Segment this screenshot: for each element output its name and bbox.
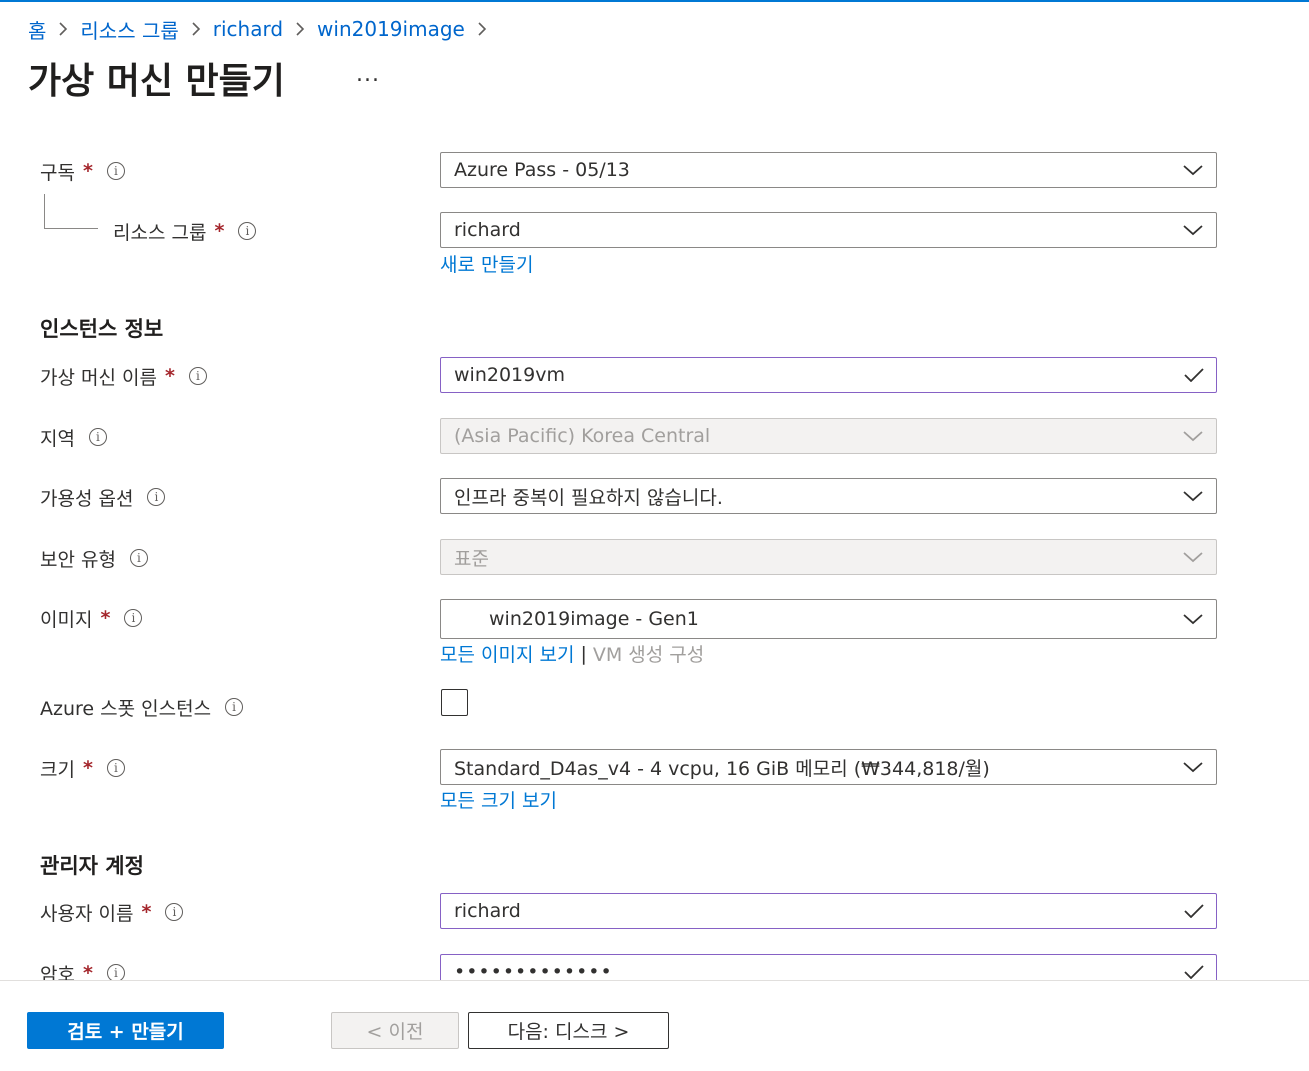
info-icon[interactable]: i (165, 903, 184, 921)
info-icon[interactable]: i (88, 428, 107, 446)
vm-name-input[interactable]: win2019vm (440, 357, 1217, 393)
subscription-label: 구독 * i (40, 156, 125, 186)
footer-divider (0, 980, 1309, 981)
required-marker: * (82, 757, 93, 779)
security-type-value: 표준 (454, 547, 489, 570)
subscription-label-text: 구독 (40, 161, 75, 184)
tree-connector-horizontal (44, 228, 98, 229)
image-label: 이미지 * i (40, 603, 143, 633)
chevron-down-icon (1182, 750, 1204, 784)
size-label-text: 크기 (40, 758, 75, 781)
spot-instance-checkbox[interactable] (441, 689, 468, 716)
chevron-right-icon (477, 21, 487, 37)
more-options-button[interactable]: ... (356, 62, 380, 87)
previous-button: < 이전 (331, 1012, 459, 1049)
checkmark-icon (1184, 894, 1204, 928)
vm-name-label: 가상 머신 이름 * i (40, 361, 207, 391)
subscription-value: Azure Pass - 05/13 (454, 159, 630, 181)
breadcrumb-win2019image[interactable]: win2019image (317, 17, 465, 41)
breadcrumb: 홈 리소스 그룹 richard win2019image (28, 14, 499, 44)
top-accent-line (0, 0, 1309, 2)
security-type-label-text: 보안 유형 (40, 548, 116, 571)
image-label-text: 이미지 (40, 608, 93, 631)
security-type-label: 보안 유형 i (40, 543, 148, 573)
security-type-dropdown: 표준 (440, 539, 1217, 575)
image-links: 모든 이미지 보기 | VM 생성 구성 (440, 640, 704, 667)
chevron-down-icon (1182, 153, 1204, 187)
required-marker: * (82, 160, 93, 182)
size-dropdown[interactable]: Standard_D4as_v4 - 4 vcpu, 16 GiB 메모리 (₩… (440, 749, 1217, 785)
next-disks-button[interactable]: 다음: 디스크 > (468, 1012, 669, 1049)
configure-vm-generation-link: VM 생성 구성 (592, 644, 705, 666)
availability-dropdown[interactable]: 인프라 중복이 필요하지 않습니다. (440, 478, 1217, 514)
required-marker: * (214, 220, 225, 242)
page-title: 가상 머신 만들기 (28, 61, 285, 102)
create-new-resource-group-link[interactable]: 새로 만들기 (440, 250, 533, 277)
vm-name-label-text: 가상 머신 이름 (40, 366, 157, 389)
info-icon[interactable]: i (106, 162, 125, 180)
breadcrumb-home[interactable]: 홈 (28, 15, 46, 44)
availability-label-text: 가용성 옵션 (40, 487, 134, 510)
required-marker: * (100, 607, 111, 629)
resource-group-label: 리소스 그룹 * i (113, 216, 257, 246)
tree-connector-vertical (44, 194, 45, 228)
chevron-down-icon (1182, 213, 1204, 247)
admin-account-heading: 관리자 계정 (40, 854, 144, 878)
size-value: Standard_D4as_v4 - 4 vcpu, 16 GiB 메모리 (₩… (454, 757, 990, 780)
info-icon[interactable]: i (238, 222, 257, 240)
breadcrumb-richard[interactable]: richard (213, 17, 283, 41)
subscription-dropdown[interactable]: Azure Pass - 05/13 (440, 152, 1217, 188)
spot-instance-label: Azure 스폿 인스턴스 i (40, 692, 244, 722)
info-icon[interactable]: i (124, 609, 143, 627)
image-value: win2019image - Gen1 (489, 608, 699, 630)
region-label-text: 지역 (40, 427, 75, 450)
info-icon[interactable]: i (129, 549, 148, 567)
info-icon[interactable]: i (225, 698, 244, 716)
chevron-down-icon (1182, 600, 1204, 638)
required-marker: * (141, 901, 152, 923)
size-label: 크기 * i (40, 753, 125, 783)
region-value: (Asia Pacific) Korea Central (454, 425, 711, 447)
chevron-down-icon (1182, 540, 1204, 574)
chevron-right-icon (191, 21, 201, 37)
username-label-text: 사용자 이름 (40, 902, 134, 925)
info-icon[interactable]: i (147, 488, 166, 506)
availability-label: 가용성 옵션 i (40, 482, 166, 512)
vm-name-value: win2019vm (454, 364, 565, 386)
image-dropdown[interactable]: win2019image - Gen1 (440, 599, 1217, 639)
username-value: richard (454, 900, 521, 922)
chevron-right-icon (295, 21, 305, 37)
resource-group-value: richard (454, 219, 521, 241)
info-icon[interactable]: i (188, 367, 207, 385)
review-create-button[interactable]: 검토 + 만들기 (27, 1012, 224, 1049)
availability-value: 인프라 중복이 필요하지 않습니다. (454, 486, 723, 509)
link-separator: | (580, 642, 587, 665)
username-input[interactable]: richard (440, 893, 1217, 929)
chevron-right-icon (58, 21, 68, 37)
resource-group-label-text: 리소스 그룹 (113, 221, 207, 244)
checkmark-icon (1184, 358, 1204, 392)
region-dropdown: (Asia Pacific) Korea Central (440, 418, 1217, 454)
spot-instance-label-text: Azure 스폿 인스턴스 (40, 697, 212, 720)
see-all-images-link[interactable]: 모든 이미지 보기 (440, 640, 574, 667)
chevron-down-icon (1182, 419, 1204, 453)
see-all-sizes-link[interactable]: 모든 크기 보기 (440, 786, 557, 813)
info-icon[interactable]: i (106, 759, 125, 777)
breadcrumb-resource-groups[interactable]: 리소스 그룹 (80, 15, 178, 44)
chevron-down-icon (1182, 479, 1204, 513)
required-marker: * (164, 365, 175, 387)
instance-details-heading: 인스턴스 정보 (40, 317, 164, 341)
resource-group-dropdown[interactable]: richard (440, 212, 1217, 248)
username-label: 사용자 이름 * i (40, 897, 184, 927)
region-label: 지역 i (40, 422, 107, 452)
